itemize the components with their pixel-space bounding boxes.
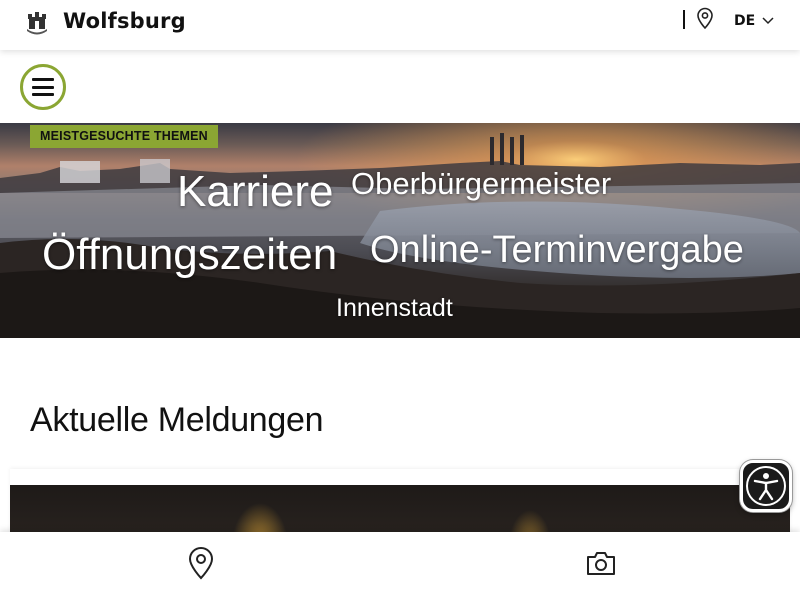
chevron-down-icon[interactable] <box>762 15 774 25</box>
hamburger-menu-icon <box>32 78 54 81</box>
top-bar: Wolfsburg DE <box>0 0 800 50</box>
most-searched-badge: MEISTGESUCHTE THEMEN <box>30 125 218 148</box>
hero-banner: MEISTGESUCHTE THEMEN Karriere Oberbürger… <box>0 123 800 338</box>
topic-link-karriere[interactable]: Karriere <box>177 167 334 217</box>
hamburger-line <box>32 85 54 89</box>
brand-name[interactable]: Wolfsburg <box>63 9 186 33</box>
topic-link-oberbuergermeister[interactable]: Oberbürgermeister <box>351 166 611 202</box>
topic-link-oeffnungszeiten[interactable]: Öffnungszeiten <box>42 230 337 280</box>
language-selector[interactable]: DE <box>734 13 755 29</box>
divider <box>683 10 685 29</box>
city-crest-icon[interactable] <box>26 11 48 35</box>
map-pin-icon[interactable] <box>183 546 219 582</box>
bottom-navigation <box>0 532 800 600</box>
camera-icon[interactable] <box>583 546 619 582</box>
accessibility-person-icon <box>746 466 786 506</box>
hamburger-menu-button[interactable] <box>20 64 66 110</box>
map-pin-icon[interactable] <box>695 7 715 29</box>
accessibility-button[interactable] <box>740 460 792 512</box>
news-card[interactable] <box>10 469 790 545</box>
topic-link-online-terminvergabe[interactable]: Online-Terminvergabe <box>370 229 744 272</box>
section-title-news: Aktuelle Meldungen <box>30 401 324 439</box>
hamburger-line <box>32 93 54 96</box>
topic-link-innenstadt[interactable]: Innenstadt <box>336 294 453 323</box>
